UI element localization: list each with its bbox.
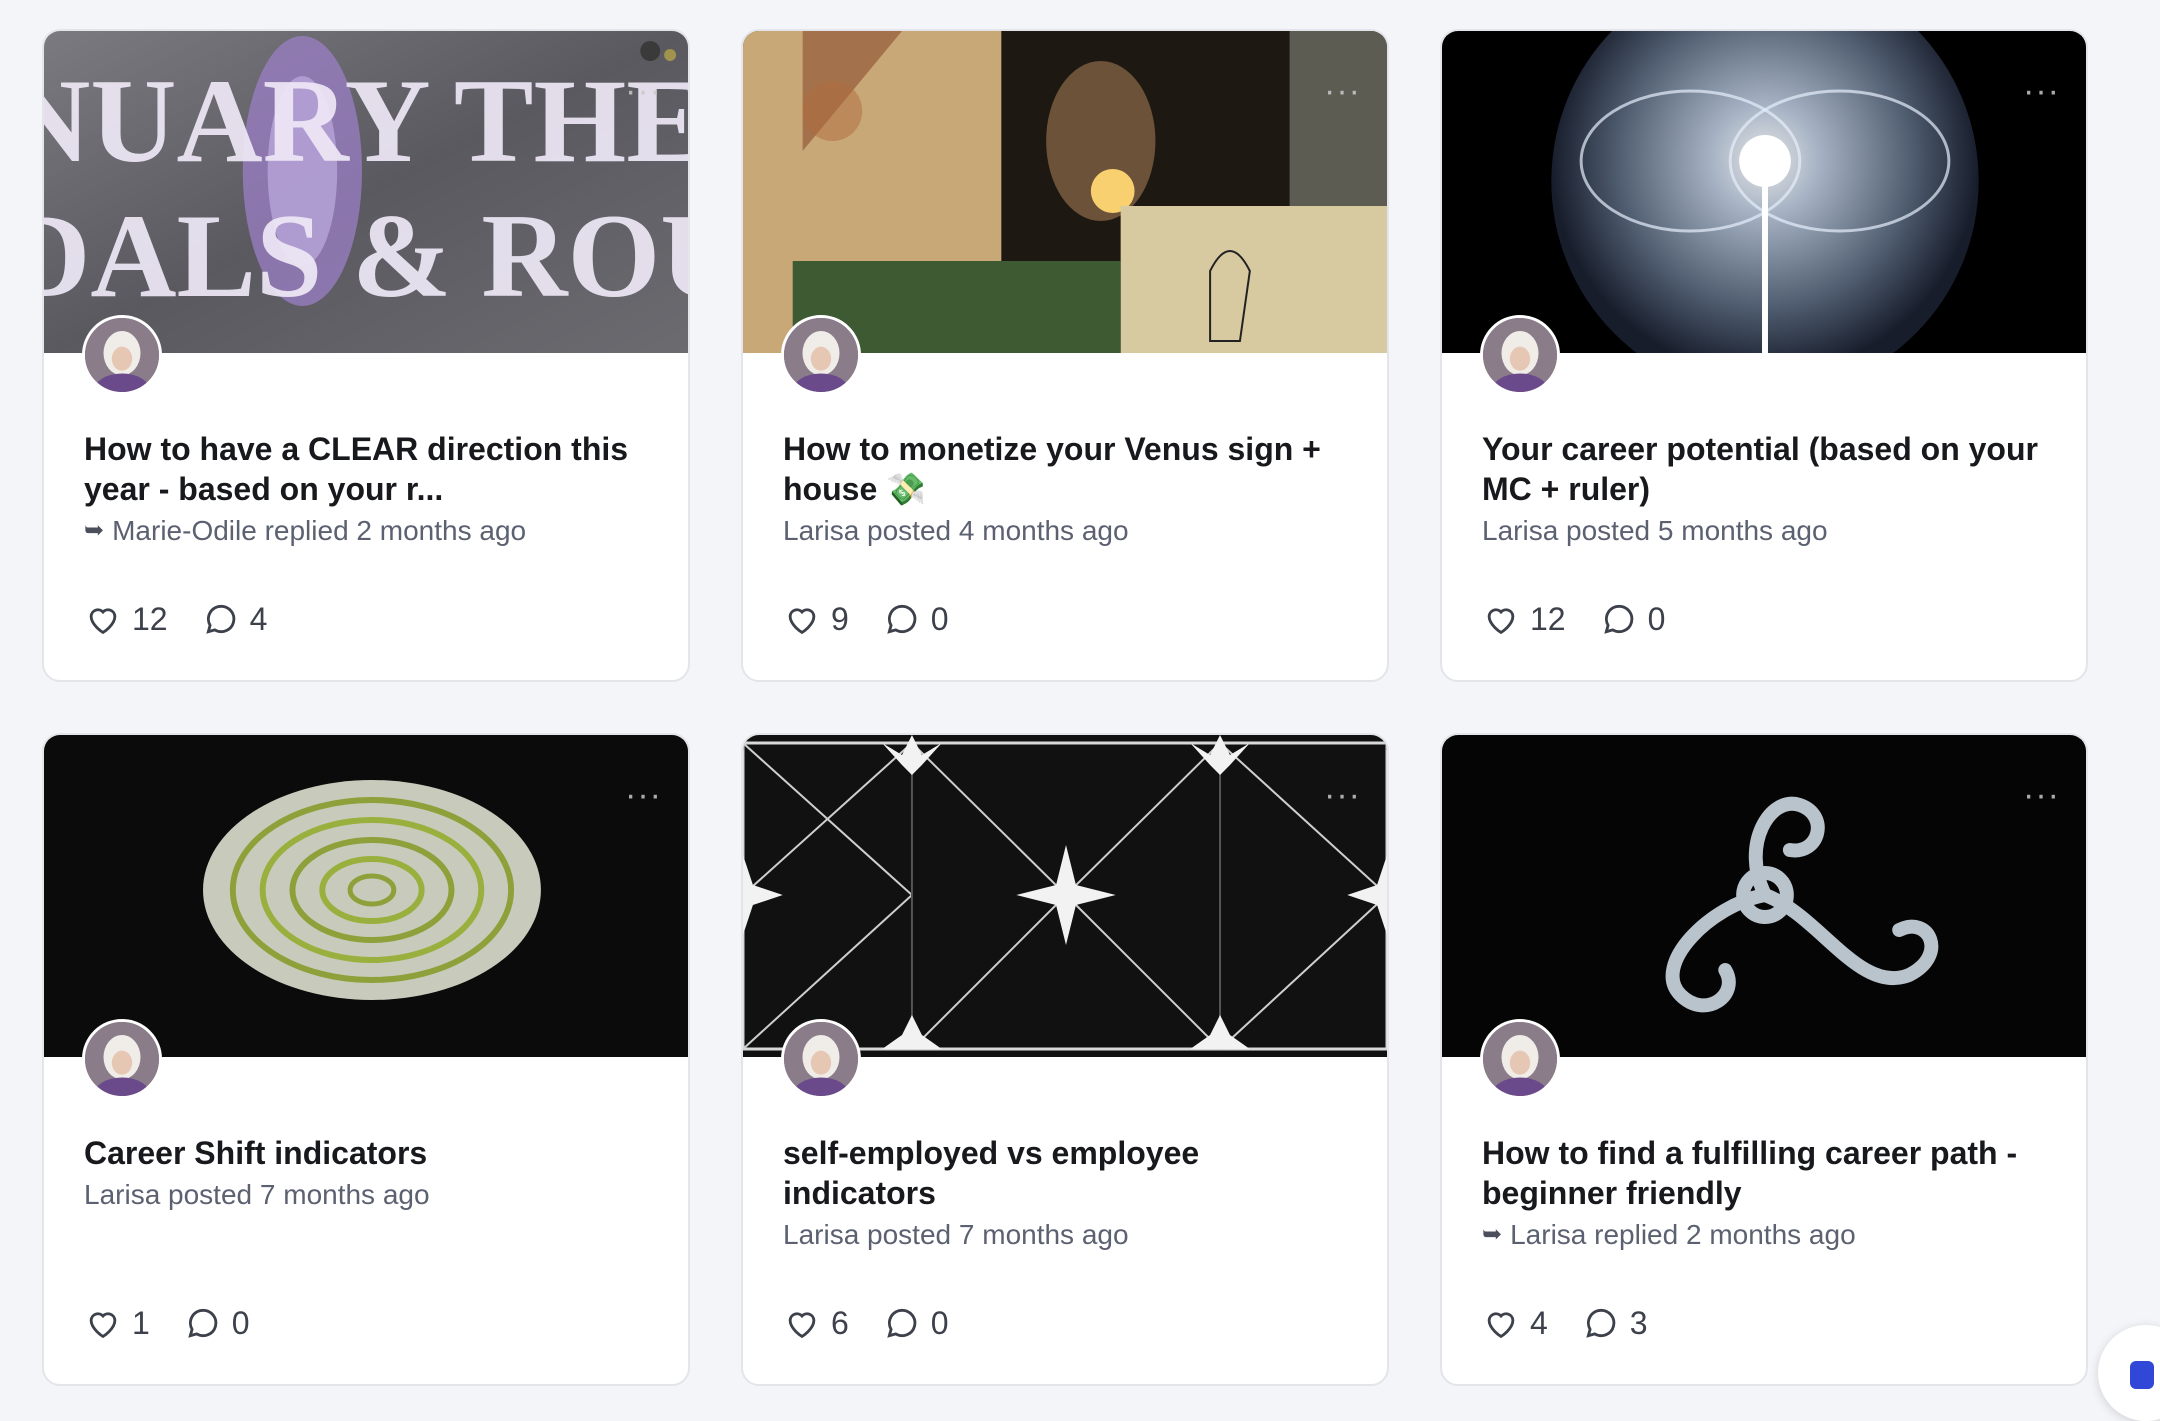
like-button[interactable]: 1 xyxy=(84,1304,150,1342)
post-stats: 12 0 xyxy=(1482,600,1665,638)
comment-bubble-icon xyxy=(1603,604,1633,634)
heart-icon xyxy=(89,1312,117,1339)
post-meta-text: Larisa posted 5 months ago xyxy=(1482,515,1828,546)
like-count: 9 xyxy=(831,600,849,637)
comment-button[interactable]: 0 xyxy=(883,1304,949,1342)
comment-button[interactable]: 4 xyxy=(202,600,268,638)
post-meta: Larisa posted 4 months ago xyxy=(783,513,1347,549)
post-stats: 6 0 xyxy=(783,1304,949,1342)
post-title[interactable]: Career Shift indicators xyxy=(84,1133,648,1173)
comment-bubble-icon xyxy=(188,1308,218,1338)
post-cover-image[interactable]: ··· xyxy=(44,735,688,1057)
more-options-icon[interactable]: ··· xyxy=(1324,74,1361,108)
cover-text-line-1: NUARY THEM xyxy=(44,54,688,187)
like-count: 4 xyxy=(1530,1304,1548,1341)
post-meta: ➥ Marie-Odile replied 2 months ago xyxy=(84,513,648,549)
comment-count: 4 xyxy=(249,600,268,637)
author-avatar[interactable] xyxy=(1480,1019,1560,1099)
author-avatar[interactable] xyxy=(781,1019,861,1099)
post-stats: 12 4 xyxy=(84,600,267,638)
post-meta-text: Larisa posted 7 months ago xyxy=(84,1179,430,1210)
like-button[interactable]: 6 xyxy=(783,1304,849,1342)
more-options-icon[interactable]: ··· xyxy=(625,778,662,812)
post-title[interactable]: Your career potential (based on your MC … xyxy=(1482,429,2046,509)
comment-button[interactable]: 0 xyxy=(184,1304,250,1342)
post-card[interactable]: ··· self-employed vs employee indicators… xyxy=(741,733,1389,1386)
like-button[interactable]: 9 xyxy=(783,600,849,638)
author-avatar[interactable] xyxy=(781,315,861,395)
post-meta-text: Larisa posted 7 months ago xyxy=(783,1219,1129,1250)
post-cover-image[interactable]: ··· xyxy=(1442,31,2086,353)
comment-count: 0 xyxy=(930,1304,949,1341)
cover-text-line-2: DALS & ROUTI xyxy=(44,189,688,322)
more-options-icon[interactable]: ··· xyxy=(2023,74,2060,108)
posts-grid: NUARY THEM DALS & ROUTI ··· How to have … xyxy=(42,29,2088,1386)
more-options-icon[interactable]: ··· xyxy=(625,74,662,108)
post-meta-text: Marie-Odile replied 2 months ago xyxy=(112,515,527,546)
comment-count: 0 xyxy=(930,600,949,637)
chat-launcher-button[interactable] xyxy=(2098,1325,2160,1421)
like-count: 6 xyxy=(831,1304,849,1341)
post-meta: Larisa posted 5 months ago xyxy=(1482,513,2046,549)
author-avatar[interactable] xyxy=(82,315,162,395)
post-card[interactable]: ··· How to monetize your Venus sign + ho… xyxy=(741,29,1389,682)
post-card[interactable]: ··· Your career potential (based on your… xyxy=(1440,29,2088,682)
comment-bubble-icon xyxy=(887,604,917,634)
post-meta-text: Larisa posted 4 months ago xyxy=(783,515,1129,546)
heart-icon xyxy=(89,608,117,635)
post-cover-image[interactable]: NUARY THEM DALS & ROUTI ··· xyxy=(44,31,688,353)
post-stats: 4 3 xyxy=(1482,1304,1648,1342)
post-title[interactable]: How to monetize your Venus sign + house … xyxy=(783,429,1347,509)
post-meta: ➥ Larisa replied 2 months ago xyxy=(1482,1217,2046,1253)
heart-icon xyxy=(1487,608,1515,635)
like-button[interactable]: 12 xyxy=(1482,600,1566,638)
like-button[interactable]: 12 xyxy=(84,600,168,638)
heart-icon xyxy=(1487,1312,1515,1339)
post-meta-text: Larisa replied 2 months ago xyxy=(1510,1219,1856,1250)
post-title[interactable]: self-employed vs employee indicators xyxy=(783,1133,1347,1213)
comment-button[interactable]: 0 xyxy=(1600,600,1666,638)
post-cover-image[interactable]: ··· xyxy=(743,735,1387,1057)
like-count: 12 xyxy=(1530,600,1566,637)
post-stats: 1 0 xyxy=(84,1304,250,1342)
comment-count: 3 xyxy=(1629,1304,1648,1341)
post-stats: 9 0 xyxy=(783,600,949,638)
post-meta: Larisa posted 7 months ago xyxy=(84,1177,648,1213)
post-meta: Larisa posted 7 months ago xyxy=(783,1217,1347,1253)
author-avatar[interactable] xyxy=(1480,315,1560,395)
post-card[interactable]: ··· Career Shift indicators Larisa poste… xyxy=(42,733,690,1386)
like-count: 12 xyxy=(132,600,168,637)
post-title[interactable]: How to have a CLEAR direction this year … xyxy=(84,429,648,509)
like-count: 1 xyxy=(132,1304,150,1341)
heart-icon xyxy=(788,608,816,635)
author-avatar[interactable] xyxy=(82,1019,162,1099)
comment-bubble-icon xyxy=(205,604,235,634)
comment-button[interactable]: 0 xyxy=(883,600,949,638)
post-title[interactable]: How to find a fulfilling career path - b… xyxy=(1482,1133,2046,1213)
reply-arrow-icon: ➥ xyxy=(84,517,105,544)
comment-count: 0 xyxy=(1647,600,1666,637)
reply-arrow-icon: ➥ xyxy=(1482,1221,1503,1248)
post-cover-image[interactable]: ··· xyxy=(743,31,1387,353)
more-options-icon[interactable]: ··· xyxy=(1324,778,1361,812)
comment-count: 0 xyxy=(231,1304,250,1341)
post-cover-image[interactable]: ··· xyxy=(1442,735,2086,1057)
comment-bubble-icon xyxy=(1586,1308,1616,1338)
like-button[interactable]: 4 xyxy=(1482,1304,1548,1342)
post-card[interactable]: ··· How to find a fulfilling career path… xyxy=(1440,733,2088,1386)
post-card[interactable]: NUARY THEM DALS & ROUTI ··· How to have … xyxy=(42,29,690,682)
heart-icon xyxy=(788,1312,816,1339)
comment-button[interactable]: 3 xyxy=(1582,1304,1648,1342)
more-options-icon[interactable]: ··· xyxy=(2023,778,2060,812)
chat-icon xyxy=(2130,1361,2154,1389)
comment-bubble-icon xyxy=(887,1308,917,1338)
